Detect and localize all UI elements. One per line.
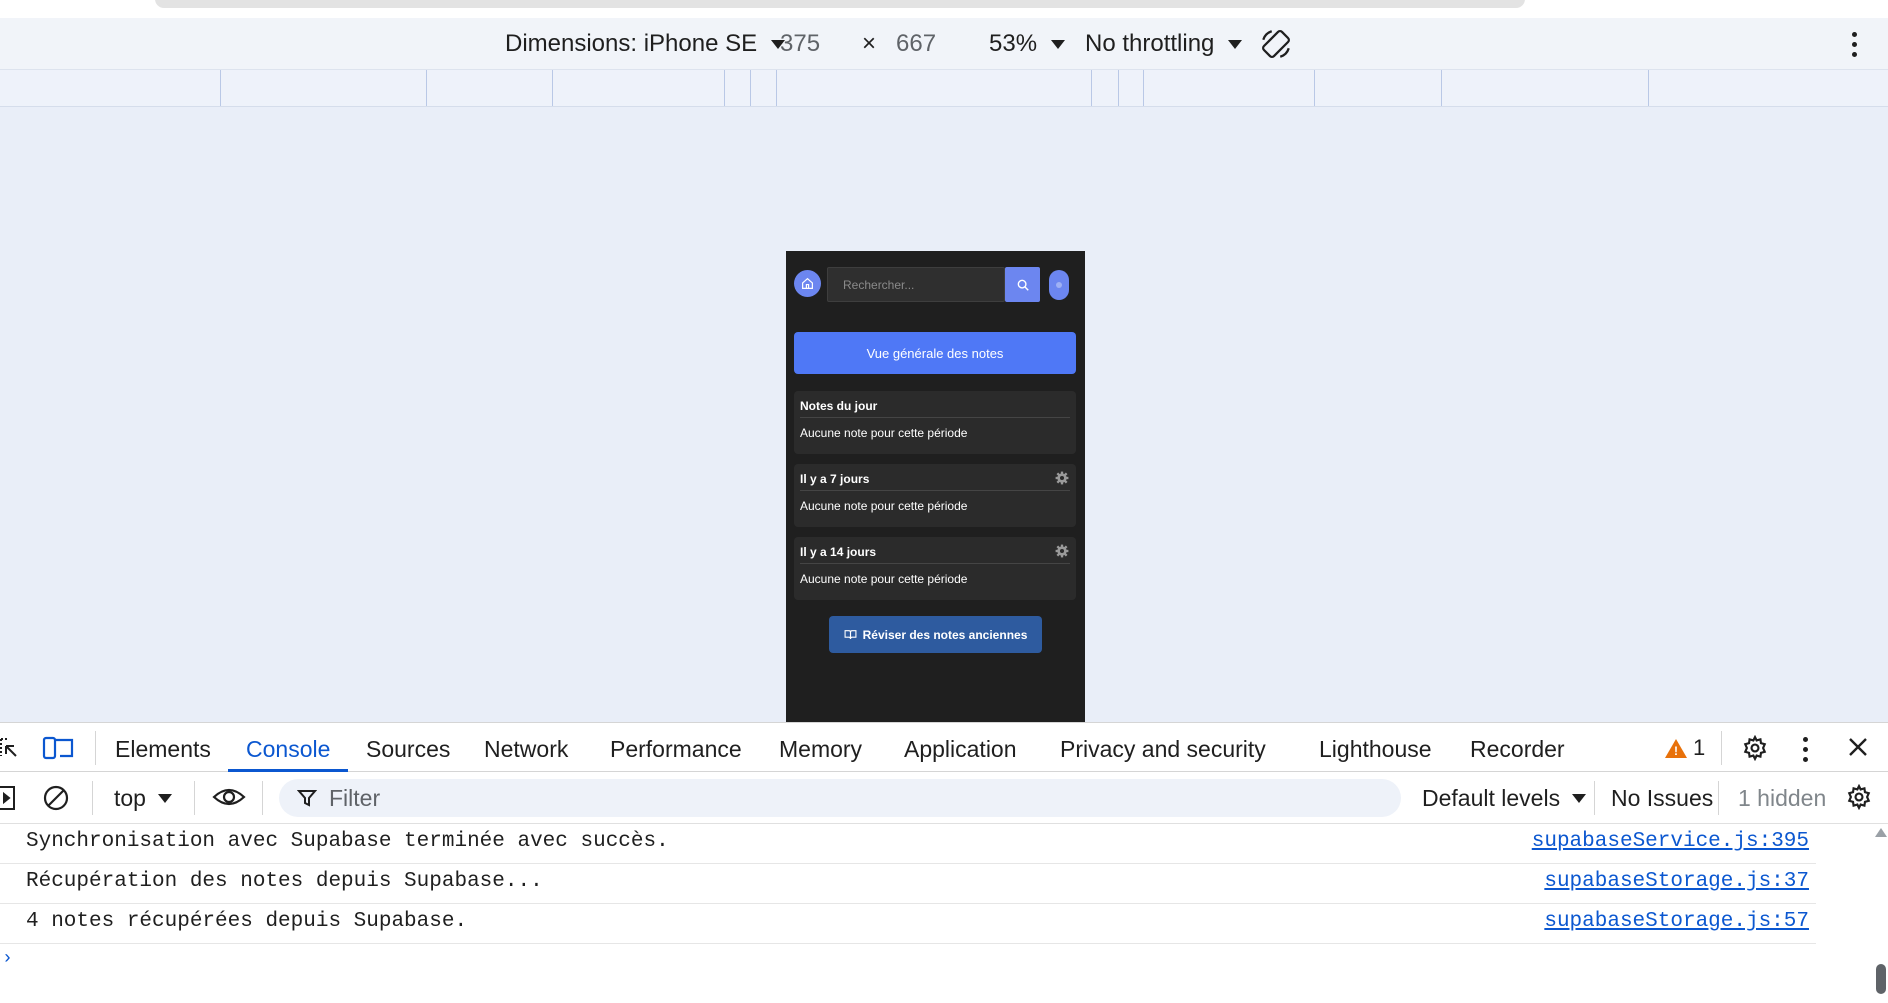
clear-console-icon[interactable] [42, 784, 70, 818]
console-prompt-icon[interactable]: › [2, 949, 13, 969]
console-scrollbar[interactable] [1872, 824, 1888, 1003]
card-divider [800, 417, 1070, 418]
review-old-notes-button[interactable]: Réviser des notes anciennes [829, 616, 1042, 653]
devtools-tab-bar: Elements Console Sources Network Perform… [0, 722, 1888, 772]
notes-card-today: Notes du jour Aucune note pour cette pér… [794, 391, 1076, 454]
tab-application[interactable]: Application [904, 736, 1017, 763]
console-message-text: Récupération des notes depuis Supabase..… [26, 870, 543, 893]
device-selector[interactable]: Dimensions: iPhone SE [505, 30, 786, 58]
divider [92, 781, 93, 815]
scroll-up-arrow-icon[interactable] [1875, 828, 1887, 837]
width-input[interactable]: 375 [780, 30, 820, 58]
tab-sources[interactable]: Sources [366, 736, 450, 763]
console-source-link[interactable]: supabaseStorage.js:37 [1544, 870, 1809, 893]
device-dimensions-label: Dimensions: iPhone SE [505, 30, 758, 57]
console-message-row: 4 notes récupérées depuis Supabase. supa… [0, 904, 1816, 944]
zoom-selector[interactable]: 53% [989, 30, 1066, 58]
divider [262, 781, 263, 815]
warning-icon: ! [1665, 738, 1687, 758]
throttling-label: No throttling [1085, 30, 1215, 57]
gear-icon[interactable] [1055, 544, 1069, 558]
avatar[interactable] [1049, 270, 1069, 300]
home-button[interactable] [794, 270, 821, 297]
divider [1721, 731, 1722, 765]
divider [95, 731, 96, 765]
chevron-down-icon [1051, 39, 1066, 49]
card-empty-text: Aucune note pour cette période [800, 572, 968, 586]
console-output: Synchronisation avec Supabase terminée a… [0, 824, 1888, 1003]
scrollbar-thumb[interactable] [1876, 964, 1886, 994]
horizontal-scrollbar[interactable] [155, 0, 1525, 8]
tab-lighthouse[interactable]: Lighthouse [1319, 736, 1432, 763]
divider [1594, 781, 1595, 815]
card-title: Il y a 7 jours [800, 472, 870, 486]
console-settings-gear-icon[interactable] [1846, 783, 1872, 816]
tab-performance[interactable]: Performance [610, 736, 742, 763]
search-icon [1017, 279, 1029, 291]
chevron-down-icon [157, 794, 172, 803]
context-label: top [114, 785, 146, 811]
card-divider [800, 490, 1070, 491]
notes-card-14-days: Il y a 14 jours Aucune note pour cette p… [794, 537, 1076, 600]
console-message-text: Synchronisation avec Supabase terminée a… [26, 830, 669, 853]
levels-label: Default levels [1422, 785, 1561, 811]
close-icon[interactable] [1847, 736, 1869, 764]
sidebar-toggle-icon[interactable] [0, 785, 18, 817]
context-selector[interactable]: top [114, 785, 172, 812]
book-icon [844, 630, 857, 639]
divider [1718, 781, 1719, 815]
zoom-label: 53% [989, 30, 1038, 57]
log-levels-selector[interactable]: Default levels [1422, 785, 1587, 812]
overview-button[interactable]: Vue générale des notes [794, 332, 1076, 374]
tab-memory[interactable]: Memory [779, 736, 862, 763]
card-divider [800, 563, 1070, 564]
notes-card-7-days: Il y a 7 jours Aucune note pour cette pé… [794, 464, 1076, 527]
settings-gear-icon[interactable] [1742, 734, 1768, 767]
inspect-element-icon[interactable] [0, 736, 20, 768]
console-message-row: Récupération des notes depuis Supabase..… [0, 864, 1816, 904]
console-source-link[interactable]: supabaseStorage.js:57 [1544, 910, 1809, 933]
tab-network[interactable]: Network [484, 736, 568, 763]
phone-screen: Rechercher... Vue générale des notes Not… [786, 251, 1085, 782]
search-input[interactable]: Rechercher... [827, 267, 1005, 302]
console-filter-bar: top Filter Default levels No Issues 1 hi… [0, 772, 1888, 824]
card-empty-text: Aucune note pour cette période [800, 426, 968, 440]
more-options-icon[interactable] [1852, 32, 1858, 57]
issues-counter[interactable]: No Issues [1611, 785, 1713, 812]
chevron-down-icon [1228, 39, 1243, 49]
browser-top-strip [0, 0, 1888, 18]
console-message-text: 4 notes récupérées depuis Supabase. [26, 910, 468, 933]
height-input[interactable]: 667 [896, 30, 936, 58]
rotate-icon[interactable] [1259, 27, 1293, 61]
hidden-count: 1 hidden [1738, 785, 1827, 811]
console-message-row: Synchronisation avec Supabase terminée a… [0, 824, 1816, 864]
device-toolbar: Dimensions: iPhone SE 375 × 667 53% No t… [0, 18, 1888, 70]
filter-placeholder: Filter [329, 784, 381, 811]
media-query-ruler[interactable] [0, 70, 1888, 107]
device-toolbar-toggle-icon[interactable] [42, 736, 74, 768]
gear-icon[interactable] [1055, 471, 1069, 485]
tab-recorder[interactable]: Recorder [1470, 736, 1565, 763]
console-source-link[interactable]: supabaseService.js:395 [1532, 830, 1809, 853]
review-button-label: Réviser des notes anciennes [862, 627, 1028, 642]
filter-input[interactable]: Filter [279, 779, 1401, 817]
warnings-counter[interactable]: ! 1 [1665, 735, 1705, 761]
home-icon [802, 277, 813, 289]
tab-privacy-and-security[interactable]: Privacy and security [1060, 736, 1266, 763]
warnings-count: 1 [1693, 735, 1706, 760]
card-empty-text: Aucune note pour cette période [800, 499, 968, 513]
times-sign: × [862, 30, 877, 57]
tab-console[interactable]: Console [246, 736, 330, 763]
card-title: Notes du jour [800, 399, 878, 413]
filter-icon [297, 790, 317, 807]
throttling-selector[interactable]: No throttling [1085, 30, 1243, 58]
search-button[interactable] [1005, 267, 1040, 302]
more-options-icon[interactable] [1803, 737, 1808, 762]
card-title: Il y a 14 jours [800, 545, 877, 559]
tab-elements[interactable]: Elements [115, 736, 211, 763]
chevron-down-icon [1572, 794, 1587, 803]
live-expression-eye-icon[interactable] [212, 784, 246, 816]
device-viewport: Rechercher... Vue générale des notes Not… [0, 107, 1888, 782]
divider [194, 781, 195, 815]
